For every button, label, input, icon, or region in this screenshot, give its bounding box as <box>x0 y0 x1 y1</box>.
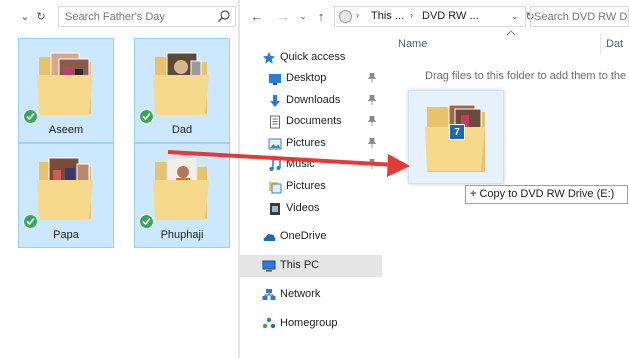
nav-item-onedrive[interactable]: OneDrive <box>240 226 382 248</box>
pin-icon[interactable] <box>368 95 376 105</box>
folder-tile-papa[interactable]: Papa <box>18 143 114 248</box>
nav-label: Desktop <box>286 72 327 84</box>
left-search-input[interactable] <box>65 9 215 24</box>
destination-explorer-window: ← → ⌄ ↑ › This ... › DVD RW ... ⌄ ↻ Quic… <box>240 0 629 358</box>
sort-ascending-icon[interactable] <box>506 30 516 36</box>
pictures-icon <box>269 182 282 194</box>
desktop-icon <box>269 74 281 85</box>
videos-icon <box>270 203 280 215</box>
nav-label: Music <box>286 158 315 170</box>
left-toolbar: ⌄ ↻ <box>0 0 238 32</box>
column-separator[interactable] <box>600 34 601 54</box>
folder-label: Phuphaji <box>160 229 204 241</box>
left-search-box[interactable] <box>58 6 236 27</box>
left-refresh-icon[interactable]: ↻ <box>34 8 48 24</box>
nav-label: Pictures <box>286 137 326 149</box>
drag-preview: 7 <box>408 90 504 184</box>
nav-label: Videos <box>286 202 320 214</box>
column-header-row: Name Dat <box>382 30 629 54</box>
empty-folder-hint: Drag files to this folder to add them to… <box>425 70 627 82</box>
folder-label: Papa <box>53 229 79 241</box>
nav-item-homegroup[interactable]: Homegroup <box>240 313 382 335</box>
nav-label: Quick access <box>280 51 346 63</box>
nav-label: Pictures <box>286 180 326 192</box>
nav-label: OneDrive <box>280 230 327 242</box>
breadcrumb-dvd-drive[interactable]: DVD RW ... <box>422 10 479 22</box>
address-bar[interactable]: › This ... › DVD RW ... ⌄ <box>334 6 526 27</box>
breadcrumb-chevron-icon[interactable]: › <box>410 10 413 20</box>
homegroup-icon <box>262 317 276 329</box>
onedrive-icon <box>263 234 276 241</box>
back-arrow-icon[interactable]: ← <box>250 8 264 24</box>
nav-item-this-pc[interactable]: This PC <box>240 255 382 277</box>
nav-item-downloads[interactable]: Downloads <box>240 90 382 112</box>
plus-icon: + <box>470 188 477 200</box>
photo-folder-icon <box>153 157 209 220</box>
folder-label: Aseem <box>48 124 84 136</box>
nav-label: Network <box>280 288 321 300</box>
address-dropdown-chevron-icon[interactable]: ⌄ <box>511 11 519 22</box>
recent-locations-chevron-icon[interactable]: ⌄ <box>296 8 310 24</box>
pin-icon[interactable] <box>368 73 376 83</box>
column-header-name[interactable]: Name <box>398 38 427 50</box>
star-icon <box>263 52 275 64</box>
pin-icon[interactable] <box>368 138 376 148</box>
forward-arrow-icon[interactable]: → <box>276 8 290 24</box>
nav-item-pictures-library[interactable]: Pictures <box>240 176 382 198</box>
item-count-badge: 7 <box>449 124 465 140</box>
nav-item-pictures[interactable]: Pictures <box>240 133 382 155</box>
pictures-icon <box>268 138 282 150</box>
drag-tooltip-text: Copy to DVD RW Drive (E:) <box>479 188 615 200</box>
download-icon <box>270 95 280 107</box>
breadcrumb-chevron-icon[interactable]: › <box>356 10 359 20</box>
music-icon <box>269 158 281 171</box>
nav-item-documents[interactable]: Documents <box>240 111 382 133</box>
pin-icon[interactable] <box>368 159 376 169</box>
photo-folder-icon <box>37 52 93 115</box>
right-search-input[interactable] <box>534 9 628 24</box>
source-folder-window: ⌄ ↻ Aseem <box>0 0 238 358</box>
photo-folder-icon <box>37 157 93 220</box>
network-icon <box>262 289 276 300</box>
sync-check-icon <box>23 109 38 124</box>
computer-icon <box>262 260 276 272</box>
nav-label: Downloads <box>286 94 341 106</box>
dvd-drive-icon <box>339 10 352 23</box>
folder-tile-dad[interactable]: Dad <box>134 38 230 143</box>
search-icon[interactable] <box>217 9 231 23</box>
drag-copy-tooltip: + Copy to DVD RW Drive (E:) <box>465 185 628 204</box>
nav-label: This PC <box>280 259 320 271</box>
photo-folder-icon <box>153 52 209 115</box>
navigation-bar: ← → ⌄ ↑ › This ... › DVD RW ... ⌄ ↻ <box>240 0 629 32</box>
nav-item-desktop[interactable]: Desktop <box>240 68 382 90</box>
sync-check-icon <box>139 109 154 124</box>
folder-tile-aseem[interactable]: Aseem <box>18 38 114 143</box>
sync-check-icon <box>139 214 154 229</box>
right-search-box[interactable] <box>530 6 629 27</box>
nav-item-quick-access[interactable]: Quick access <box>240 47 382 69</box>
documents-icon <box>270 115 280 129</box>
navigation-pane: Quick access Desktop Downloads Documents… <box>240 40 382 358</box>
nav-item-videos[interactable]: Videos <box>240 198 382 220</box>
nav-label: Homegroup <box>280 317 338 329</box>
folder-label: Dad <box>171 124 193 136</box>
folder-tile-phuphaji[interactable]: Phuphaji <box>134 143 230 248</box>
up-arrow-icon[interactable]: ↑ <box>314 8 328 24</box>
column-header-date[interactable]: Dat <box>606 38 623 50</box>
nav-item-music[interactable]: Music <box>240 154 382 176</box>
pin-icon[interactable] <box>368 116 376 126</box>
nav-label: Documents <box>286 115 342 127</box>
breadcrumb-this-pc[interactable]: This ... <box>371 10 404 22</box>
left-dropdown-chevron-icon[interactable]: ⌄ <box>18 8 32 24</box>
sync-check-icon <box>23 214 38 229</box>
nav-item-network[interactable]: Network <box>240 284 382 306</box>
